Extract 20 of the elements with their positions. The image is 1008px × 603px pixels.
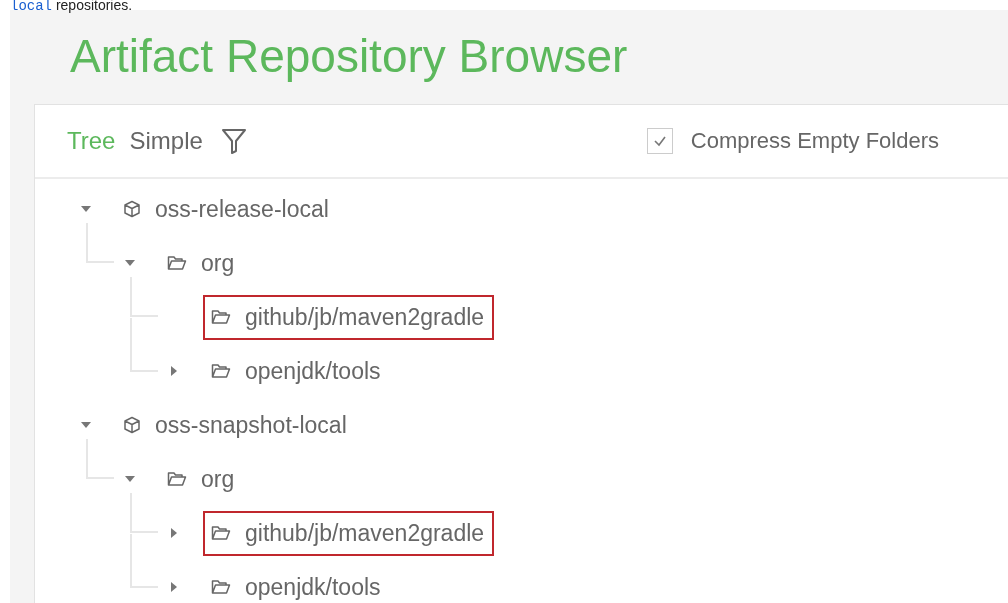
- tree-item[interactable]: org: [201, 249, 235, 277]
- connector-line: [130, 277, 158, 317]
- tree-item[interactable]: github/jb/maven2gradle: [245, 303, 485, 331]
- tree-item[interactable]: github/jb/maven2gradle: [245, 519, 485, 547]
- connector-line: [86, 439, 114, 479]
- tree-item[interactable]: oss-release-local: [155, 195, 329, 223]
- connector-line: [130, 493, 158, 533]
- connector-line: [130, 534, 158, 588]
- tree-item[interactable]: openjdk/tools: [245, 357, 381, 385]
- connector-line: [86, 223, 114, 263]
- tree-item[interactable]: org: [201, 465, 235, 493]
- tree-item[interactable]: oss-snapshot-local: [155, 411, 347, 439]
- checkbox[interactable]: [646, 128, 673, 154]
- page-title: Artifact Repository Browser: [70, 29, 629, 84]
- checkbox-label[interactable]: Compress Empty Folders: [690, 128, 939, 154]
- checkmark-icon: [651, 134, 668, 148]
- tree-item[interactable]: openjdk/tools: [245, 573, 381, 601]
- filter-icon[interactable]: [220, 127, 247, 155]
- view-tab[interactable]: Simple: [129, 127, 203, 155]
- connector-line: [130, 318, 158, 372]
